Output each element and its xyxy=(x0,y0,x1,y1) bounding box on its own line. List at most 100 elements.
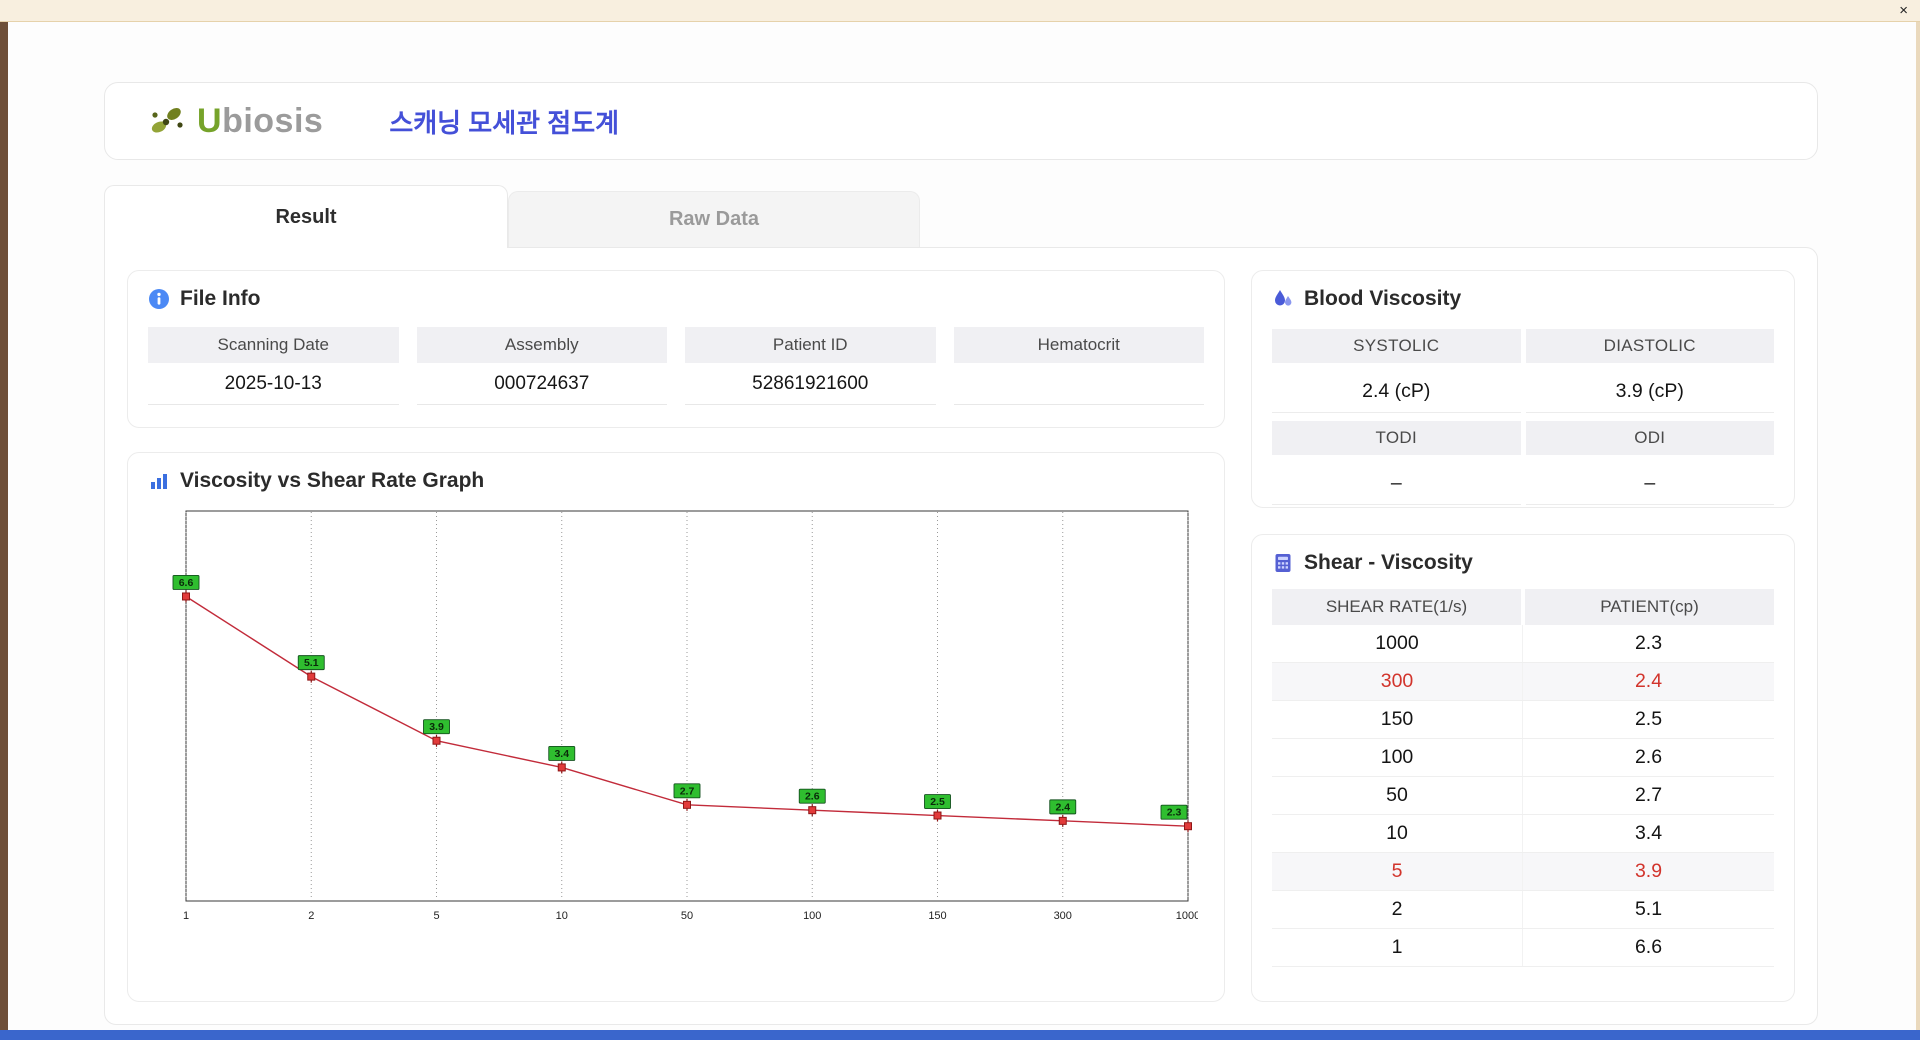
todi-header: TODI xyxy=(1272,421,1521,455)
blood-viscosity-headers-1: SYSTOLIC DIASTOLIC xyxy=(1272,329,1774,363)
tab-result[interactable]: Result xyxy=(104,185,508,248)
shear-rate-column-header: SHEAR RATE(1/s) xyxy=(1272,589,1521,625)
svg-text:2.3: 2.3 xyxy=(1167,807,1182,819)
svg-text:2.6: 2.6 xyxy=(805,791,820,803)
shear-rate-cell: 150 xyxy=(1272,701,1523,738)
svg-text:6.6: 6.6 xyxy=(179,577,194,589)
table-row: 50 2.7 xyxy=(1272,777,1774,815)
app-title: 스캐닝 모세관 점도계 xyxy=(389,107,620,138)
systolic-value: 2.4 (cP) xyxy=(1272,371,1521,413)
tab-result-label: Result xyxy=(275,205,337,228)
scanning-date-value: 2025-10-13 xyxy=(148,363,399,405)
app-page: Ubiosis 스캐닝 모세관 점도계 Result Raw Data File… xyxy=(8,22,1916,1030)
diastolic-header: DIASTOLIC xyxy=(1525,329,1774,363)
assembly-value: 000724637 xyxy=(416,363,667,405)
tab-raw-data[interactable]: Raw Data xyxy=(508,191,920,247)
shear-viscosity-card: Shear - Viscosity SHEAR RATE(1/s) PATIEN… xyxy=(1251,534,1795,1002)
result-panel: File Info Scanning Date 2025-10-13 Assem… xyxy=(104,247,1818,1025)
file-info-field: Hematocrit xyxy=(953,327,1204,405)
app-content: Ubiosis 스캐닝 모세관 점도계 Result Raw Data File… xyxy=(8,22,1820,1025)
table-row: 100 2.6 xyxy=(1272,739,1774,777)
patient-viscosity-cell: 3.4 xyxy=(1634,822,1663,844)
odi-header: ODI xyxy=(1525,421,1774,455)
table-row: 2 5.1 xyxy=(1272,891,1774,929)
left-column: File Info Scanning Date 2025-10-13 Assem… xyxy=(127,270,1225,1002)
logo-wordmark: Ubiosis xyxy=(197,102,323,141)
patient-viscosity-cell: 6.6 xyxy=(1634,936,1663,958)
todi-value: – xyxy=(1272,463,1521,505)
ubiosis-logo: Ubiosis xyxy=(147,102,323,141)
taskbar-strip xyxy=(0,1030,1920,1040)
blood-viscosity-values-2: – – xyxy=(1272,463,1774,505)
blood-viscosity-headers-2: TODI ODI xyxy=(1272,421,1774,455)
svg-text:5.1: 5.1 xyxy=(304,657,319,669)
shear-table-header: SHEAR RATE(1/s) PATIENT(cp) xyxy=(1272,589,1774,625)
file-info-field: Assembly 000724637 xyxy=(416,327,667,405)
shear-rate-cell: 5 xyxy=(1272,853,1523,890)
svg-text:5: 5 xyxy=(433,910,439,922)
diastolic-value: 3.9 (cP) xyxy=(1525,371,1774,413)
patient-viscosity-cell: 2.6 xyxy=(1634,746,1663,768)
table-row: 150 2.5 xyxy=(1272,701,1774,739)
window-titlebar: × xyxy=(0,0,1920,22)
shear-rate-cell: 2 xyxy=(1272,891,1523,928)
patient-id-value: 52861921600 xyxy=(685,363,936,405)
blood-viscosity-title-row: Blood Viscosity xyxy=(1272,287,1774,311)
file-info-title: File Info xyxy=(180,287,261,310)
patient-viscosity-cell: 5.1 xyxy=(1634,898,1663,920)
svg-text:150: 150 xyxy=(928,910,946,922)
blood-viscosity-card: Blood Viscosity SYSTOLIC DIASTOLIC 2.4 (… xyxy=(1251,270,1795,508)
patient-viscosity-cell: 2.5 xyxy=(1634,708,1663,730)
hematocrit-value xyxy=(953,363,1204,405)
shear-viscosity-title-row: Shear - Viscosity xyxy=(1272,551,1774,575)
svg-text:300: 300 xyxy=(1054,910,1072,922)
patient-viscosity-cell: 2.4 xyxy=(1634,670,1663,692)
svg-text:2.5: 2.5 xyxy=(930,796,945,808)
svg-text:3.9: 3.9 xyxy=(429,721,444,733)
shear-rate-cell: 1000 xyxy=(1272,625,1523,662)
ubiosis-leaf-icon xyxy=(151,108,183,133)
tab-bar: Result Raw Data xyxy=(104,184,1820,248)
shear-rate-cell: 300 xyxy=(1272,663,1523,700)
window-close-button[interactable]: × xyxy=(1899,1,1908,21)
shear-viscosity-title: Shear - Viscosity xyxy=(1304,551,1473,574)
shear-rate-cell: 50 xyxy=(1272,777,1523,814)
droplets-icon xyxy=(1275,290,1292,306)
shear-table-body: 1000 2.3 300 2.4 150 2.5 100 2.6 50 2.7 10 3.4 5 3.9 2… xyxy=(1272,625,1774,967)
graph-title-row: Viscosity vs Shear Rate Graph xyxy=(148,469,1204,493)
svg-text:1000: 1000 xyxy=(1176,910,1198,922)
svg-text:50: 50 xyxy=(681,910,693,922)
patient-viscosity-cell: 2.7 xyxy=(1634,784,1663,806)
tab-raw-data-label: Raw Data xyxy=(668,208,760,230)
shear-rate-cell: 10 xyxy=(1272,815,1523,852)
svg-text:2.7: 2.7 xyxy=(680,785,695,797)
svg-text:2: 2 xyxy=(308,910,314,922)
file-info-grid: Scanning Date 2025-10-13 Assembly 000724… xyxy=(148,327,1204,405)
svg-text:10: 10 xyxy=(556,910,568,922)
graph-title: Viscosity vs Shear Rate Graph xyxy=(180,469,485,492)
svg-text:2.4: 2.4 xyxy=(1055,801,1070,813)
table-row: 10 3.4 xyxy=(1272,815,1774,853)
blood-viscosity-title: Blood Viscosity xyxy=(1304,287,1462,310)
logo-rest: biosis xyxy=(222,101,324,140)
blood-viscosity-values-1: 2.4 (cP) 3.9 (cP) xyxy=(1272,371,1774,413)
app-header: Ubiosis 스캐닝 모세관 점도계 xyxy=(104,82,1818,160)
right-column: Blood Viscosity SYSTOLIC DIASTOLIC 2.4 (… xyxy=(1251,270,1795,1002)
field-label: Hematocrit xyxy=(953,327,1204,363)
bar-chart-icon xyxy=(151,474,167,489)
svg-text:100: 100 xyxy=(803,910,821,922)
table-row: 5 3.9 xyxy=(1272,853,1774,891)
window-frame-left xyxy=(0,22,8,1030)
viscosity-chart: 6.6 5.1 3.9 3.4 2.7 2.6 2.5 2.4 2.3 1 2 5 10 50 100 150… xyxy=(172,510,1198,922)
file-info-card: File Info Scanning Date 2025-10-13 Assem… xyxy=(127,270,1225,428)
x-axis-tick-labels: 1 2 5 10 50 100 150 300 1000 xyxy=(183,910,1198,922)
table-row: 300 2.4 xyxy=(1272,663,1774,701)
field-label: Assembly xyxy=(416,327,667,363)
file-info-field: Patient ID 52861921600 xyxy=(685,327,936,405)
patient-column-header: PATIENT(cp) xyxy=(1525,589,1774,625)
field-label: Scanning Date xyxy=(148,327,399,363)
patient-viscosity-cell: 2.3 xyxy=(1634,632,1663,654)
graph-card: Viscosity vs Shear Rate Graph 6.6 5.1 3.9 3… xyxy=(127,452,1225,1002)
odi-value: – xyxy=(1525,463,1774,505)
table-row: 1000 2.3 xyxy=(1272,625,1774,663)
